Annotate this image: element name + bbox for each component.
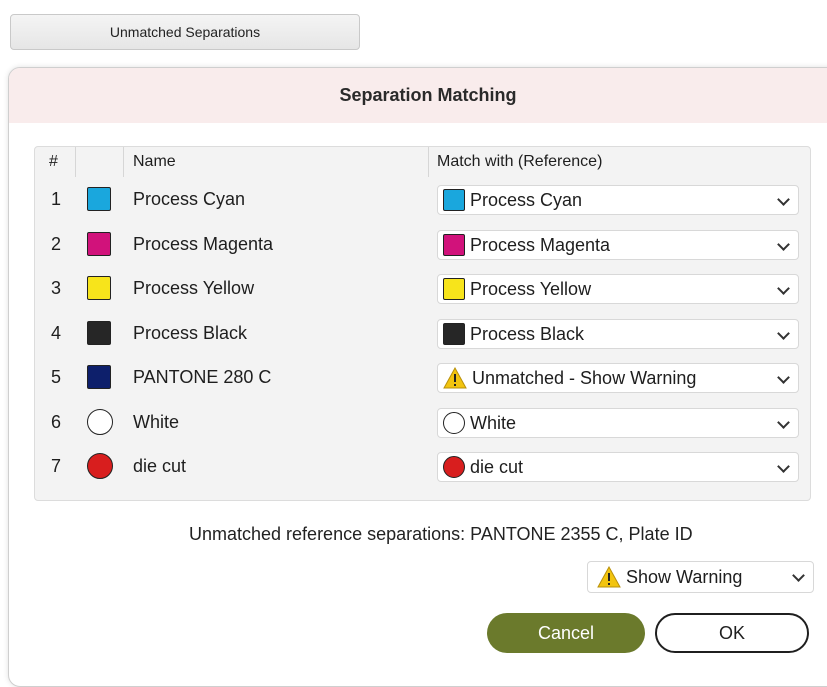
chevron-down-icon: [777, 237, 790, 251]
color-swatch: [443, 278, 465, 300]
separation-name: Process Magenta: [133, 233, 274, 254]
table-row[interactable]: 1 Process Cyan Process Cyan: [35, 177, 810, 221]
separation-name: Process Black: [133, 322, 248, 343]
chevron-down-icon: [777, 326, 790, 340]
column-divider: [75, 147, 76, 177]
warning-icon: [443, 367, 467, 389]
color-swatch: [443, 233, 465, 256]
row-number: 5: [51, 367, 62, 387]
table-row[interactable]: 5 PANTONE 280 C Unmatched - Show Warning: [35, 355, 810, 399]
color-circle-swatch: [87, 408, 113, 435]
table-row[interactable]: 3 Process Yellow Process Yellow: [35, 266, 810, 310]
match-select[interactable]: Process Black: [437, 318, 799, 349]
match-select-value: die cut: [470, 457, 524, 477]
chevron-down-icon: [777, 193, 790, 206]
chevron-down-icon: [777, 371, 790, 384]
row-number: 2: [51, 233, 62, 254]
color-circle-swatch: [87, 453, 113, 479]
column-header-match[interactable]: Match with (Reference): [437, 147, 602, 177]
table-row[interactable]: 7 die cut die cut: [35, 444, 810, 488]
color-swatch: [443, 322, 465, 345]
separation-name: Process Cyan: [133, 189, 246, 209]
color-swatch: [87, 365, 111, 389]
color-swatch: [87, 276, 111, 300]
separation-name: PANTONE 280 C: [133, 367, 272, 387]
warning-mode-value: Show Warning: [626, 567, 743, 587]
match-select-value: Process Cyan: [470, 190, 583, 210]
color-circle-swatch: [443, 411, 465, 434]
separation-table: # Name Match with (Reference) 1 Process C…: [34, 146, 811, 501]
match-select-value: White: [470, 412, 517, 433]
match-select[interactable]: Unmatched - Show Warning: [437, 363, 799, 393]
match-select[interactable]: Process Cyan: [437, 185, 799, 215]
table-row[interactable]: 6 White White: [35, 400, 810, 444]
match-select-value: Unmatched - Show Warning: [472, 368, 697, 388]
warning-mode-select[interactable]: Show Warning: [587, 561, 814, 593]
separation-matching-dialog: Separation Matching # Name Match with (R…: [8, 67, 827, 687]
separation-name: White: [133, 411, 180, 432]
color-swatch: [87, 231, 111, 256]
row-number: 7: [51, 456, 62, 476]
row-number: 4: [51, 322, 62, 343]
unmatched-reference-text: Unmatched reference separations: PANTONE…: [189, 524, 693, 544]
column-divider: [428, 147, 429, 177]
column-divider: [123, 147, 124, 177]
row-number: 3: [51, 278, 62, 298]
unmatched-separations-button[interactable]: Unmatched Separations: [10, 14, 360, 50]
separation-name: die cut: [133, 456, 187, 476]
color-circle-swatch: [443, 456, 465, 478]
row-number: 6: [51, 411, 62, 432]
warning-icon: [597, 566, 621, 588]
match-select[interactable]: Process Magenta: [437, 229, 799, 260]
dialog-title: Separation Matching: [9, 68, 827, 123]
match-select-value: Process Black: [470, 323, 585, 344]
cancel-button[interactable]: Cancel: [487, 613, 645, 653]
row-number: 1: [51, 189, 62, 209]
column-header-name[interactable]: Name: [133, 147, 176, 177]
chevron-down-icon: [777, 460, 790, 473]
match-select[interactable]: Process Yellow: [437, 274, 799, 304]
table-header: # Name Match with (Reference): [35, 147, 810, 177]
match-select[interactable]: White: [437, 407, 799, 438]
separation-name: Process Yellow: [133, 278, 255, 298]
match-select-value: Process Yellow: [470, 279, 592, 299]
color-swatch: [87, 187, 111, 211]
table-row[interactable]: 2 Process Magenta Process Magenta: [35, 222, 810, 266]
column-header-number: #: [49, 153, 58, 170]
color-swatch: [87, 320, 111, 345]
color-swatch: [443, 189, 465, 211]
chevron-down-icon: [777, 282, 790, 295]
chevron-down-icon: [777, 415, 790, 429]
match-select-value: Process Magenta: [470, 234, 611, 255]
match-select[interactable]: die cut: [437, 452, 799, 482]
table-row[interactable]: 4 Process Black Process Black: [35, 311, 810, 355]
chevron-down-icon: [792, 569, 805, 582]
ok-button[interactable]: OK: [655, 613, 809, 653]
